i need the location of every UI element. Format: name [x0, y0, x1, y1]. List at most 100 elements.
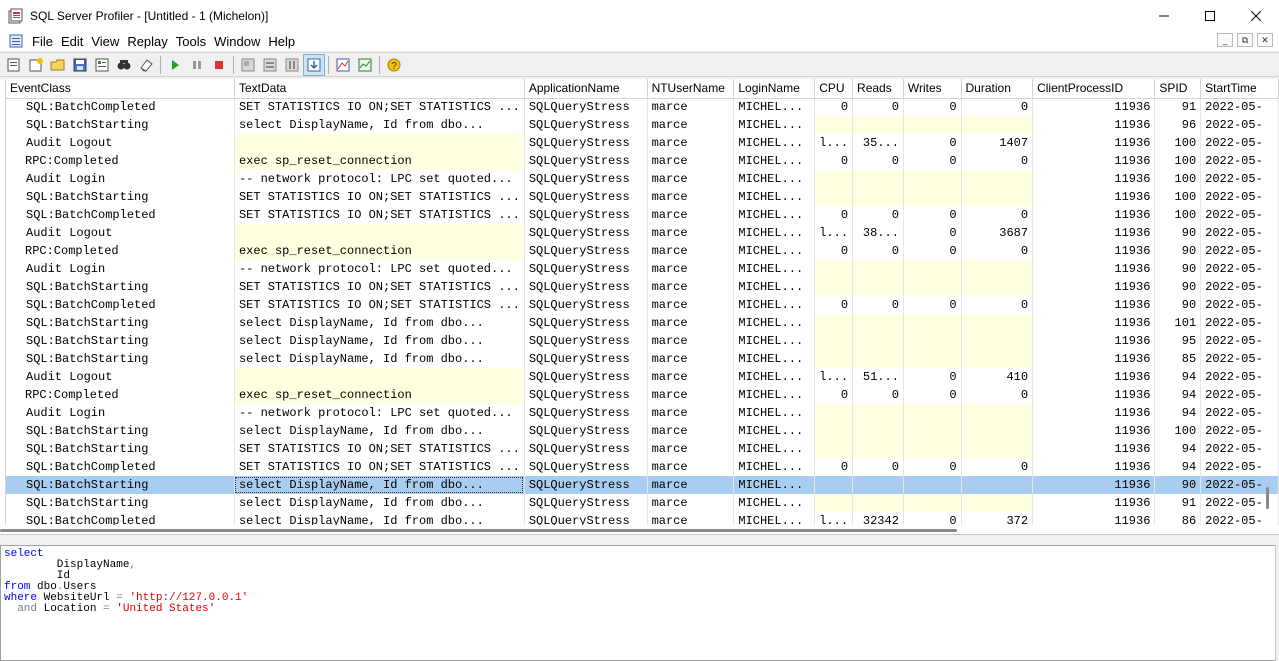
show-hide-icon[interactable] [281, 54, 303, 76]
cell-duration [961, 116, 1034, 134]
cell-clientprocessid: 11936 [1032, 404, 1156, 422]
table-row[interactable]: Audit Login -- network protocol: LPC set … [6, 404, 1279, 422]
column-header-writes[interactable]: Writes [903, 79, 962, 99]
cell-duration: 0 [961, 242, 1034, 260]
vertical-scrollbar[interactable] [1266, 487, 1269, 509]
find-icon[interactable] [113, 54, 135, 76]
cell-textdata: -- network protocol: LPC set quoted... [234, 260, 525, 278]
menu-replay[interactable]: Replay [125, 34, 173, 49]
mdi-minimize-button[interactable]: _ [1217, 33, 1233, 47]
table-row[interactable]: SQL:BatchStarting select DisplayName, Id … [6, 494, 1279, 512]
column-header-ntusername[interactable]: NTUserName [647, 79, 735, 99]
minimize-button[interactable] [1141, 0, 1187, 31]
table-row[interactable]: SQL:BatchCompleted SET STATISTICS IO ON;S… [6, 206, 1279, 224]
table-row[interactable]: SQL:BatchStarting SET STATISTICS IO ON;SE… [6, 188, 1279, 206]
cell-eventclass: Audit Logout [6, 134, 235, 152]
cell-eventclass: SQL:BatchStarting [6, 188, 235, 206]
column-header-textdata[interactable]: TextData [234, 79, 525, 99]
column-header-starttime[interactable]: StartTime [1200, 79, 1279, 99]
menu-help[interactable]: Help [266, 34, 301, 49]
cell-reads: 0 [852, 242, 904, 260]
table-row[interactable]: SQL:BatchStarting SET STATISTICS IO ON;SE… [6, 278, 1279, 296]
menu-tools[interactable]: Tools [174, 34, 212, 49]
close-button[interactable] [1233, 0, 1279, 31]
column-header-applicationname[interactable]: ApplicationName [524, 79, 648, 99]
table-row[interactable]: Audit Logout SQLQueryStress marce MICHEL...… [6, 368, 1279, 386]
table-row[interactable]: Audit Login -- network protocol: LPC set … [6, 260, 1279, 278]
column-header-spid[interactable]: SPID [1154, 79, 1202, 99]
cell-starttime: 2022-05- [1200, 98, 1279, 116]
table-row[interactable]: Audit Logout SQLQueryStress marce MICHEL...… [6, 224, 1279, 242]
cell-spid: 100 [1154, 206, 1202, 224]
table-row[interactable]: SQL:BatchStarting select DisplayName, Id … [6, 314, 1279, 332]
mdi-close-button[interactable]: ✕ [1257, 33, 1273, 47]
column-header-clientprocessid[interactable]: ClientProcessID [1032, 79, 1156, 99]
table-row[interactable]: SQL:BatchStarting select DisplayName, Id … [6, 350, 1279, 368]
table-row[interactable]: Audit Login -- network protocol: LPC set … [6, 170, 1279, 188]
cell-ntusername: marce [647, 242, 735, 260]
cell-ntusername: marce [647, 458, 735, 476]
menu-edit[interactable]: Edit [59, 34, 89, 49]
open-icon[interactable] [47, 54, 69, 76]
cell-applicationname: SQLQueryStress [524, 134, 648, 152]
run-to-cursor-icon[interactable] [259, 54, 281, 76]
table-row[interactable]: RPC:Completed exec sp_reset_connection SQL… [6, 152, 1279, 170]
step-icon[interactable] [237, 54, 259, 76]
column-header-eventclass[interactable]: EventClass [6, 79, 235, 99]
table-row[interactable]: RPC:Completed exec sp_reset_connection SQL… [6, 242, 1279, 260]
menu-window[interactable]: Window [212, 34, 266, 49]
cell-cpu: 0 [814, 296, 854, 314]
start-icon[interactable] [164, 54, 186, 76]
column-header-cpu[interactable]: CPU [814, 79, 854, 99]
table-row[interactable]: SQL:BatchCompleted SET STATISTICS IO ON;S… [6, 98, 1279, 116]
cell-duration: 1407 [961, 134, 1034, 152]
cell-loginname: MICHEL... [733, 386, 816, 404]
menu-view[interactable]: View [89, 34, 125, 49]
pane-splitter[interactable] [0, 536, 1279, 544]
maximize-button[interactable] [1187, 0, 1233, 31]
cell-applicationname: SQLQueryStress [524, 440, 648, 458]
column-header-reads[interactable]: Reads [852, 79, 904, 99]
cell-cpu [814, 350, 854, 368]
menu-file[interactable]: File [30, 34, 59, 49]
cell-ntusername: marce [647, 224, 735, 242]
table-row[interactable]: RPC:Completed exec sp_reset_connection SQL… [6, 386, 1279, 404]
new-template-icon[interactable] [25, 54, 47, 76]
trace-grid[interactable]: EventClass TextData ApplicationName NTUs… [0, 79, 1279, 535]
column-header-loginname[interactable]: LoginName [733, 79, 816, 99]
save-icon[interactable] [69, 54, 91, 76]
table-row[interactable]: SQL:BatchCompleted SET STATISTICS IO ON;S… [6, 458, 1279, 476]
code-line: and Location = 'United States' [4, 604, 1276, 615]
table-row[interactable]: SQL:BatchCompleted SET STATISTICS IO ON;S… [6, 296, 1279, 314]
code-line: select [4, 549, 1276, 560]
new-trace-icon[interactable] [3, 54, 25, 76]
help-icon[interactable]: ? [383, 54, 405, 76]
table-row[interactable]: SQL:BatchStarting select DisplayName, Id … [6, 476, 1279, 494]
perfmon-icon[interactable] [332, 54, 354, 76]
cell-eventclass: SQL:BatchStarting [6, 422, 235, 440]
cell-duration: 0 [961, 386, 1034, 404]
auto-scroll-icon[interactable] [303, 53, 325, 76]
properties-icon[interactable] [91, 54, 113, 76]
cell-loginname: MICHEL... [733, 332, 816, 350]
cell-reads [852, 494, 904, 512]
cell-textdata: exec sp_reset_connection [234, 152, 525, 170]
table-row[interactable]: SQL:BatchStarting SET STATISTICS IO ON;SE… [6, 440, 1279, 458]
column-header-duration[interactable]: Duration [961, 79, 1034, 99]
table-row[interactable]: Audit Logout SQLQueryStress marce MICHEL...… [6, 134, 1279, 152]
pause-icon[interactable] [186, 54, 208, 76]
table-row[interactable]: SQL:BatchStarting select DisplayName, Id … [6, 116, 1279, 134]
cell-duration: 0 [961, 458, 1034, 476]
cell-duration: 0 [961, 296, 1034, 314]
horizontal-scroll-thumb[interactable] [0, 529, 957, 532]
document-icon[interactable] [8, 33, 24, 49]
stop-icon[interactable] [208, 54, 230, 76]
table-row[interactable]: SQL:BatchStarting select DisplayName, Id … [6, 332, 1279, 350]
clear-icon[interactable] [135, 54, 157, 76]
activity-monitor-icon[interactable] [354, 54, 376, 76]
textdata-pane[interactable]: select DisplayName, Id from dbo.Users wher… [0, 545, 1277, 661]
toolbar-separator [379, 55, 380, 74]
mdi-restore-button[interactable]: ⧉ [1237, 33, 1253, 47]
table-row[interactable]: SQL:BatchStarting select DisplayName, Id … [6, 422, 1279, 440]
horizontal-scrollbar[interactable] [0, 525, 1279, 534]
